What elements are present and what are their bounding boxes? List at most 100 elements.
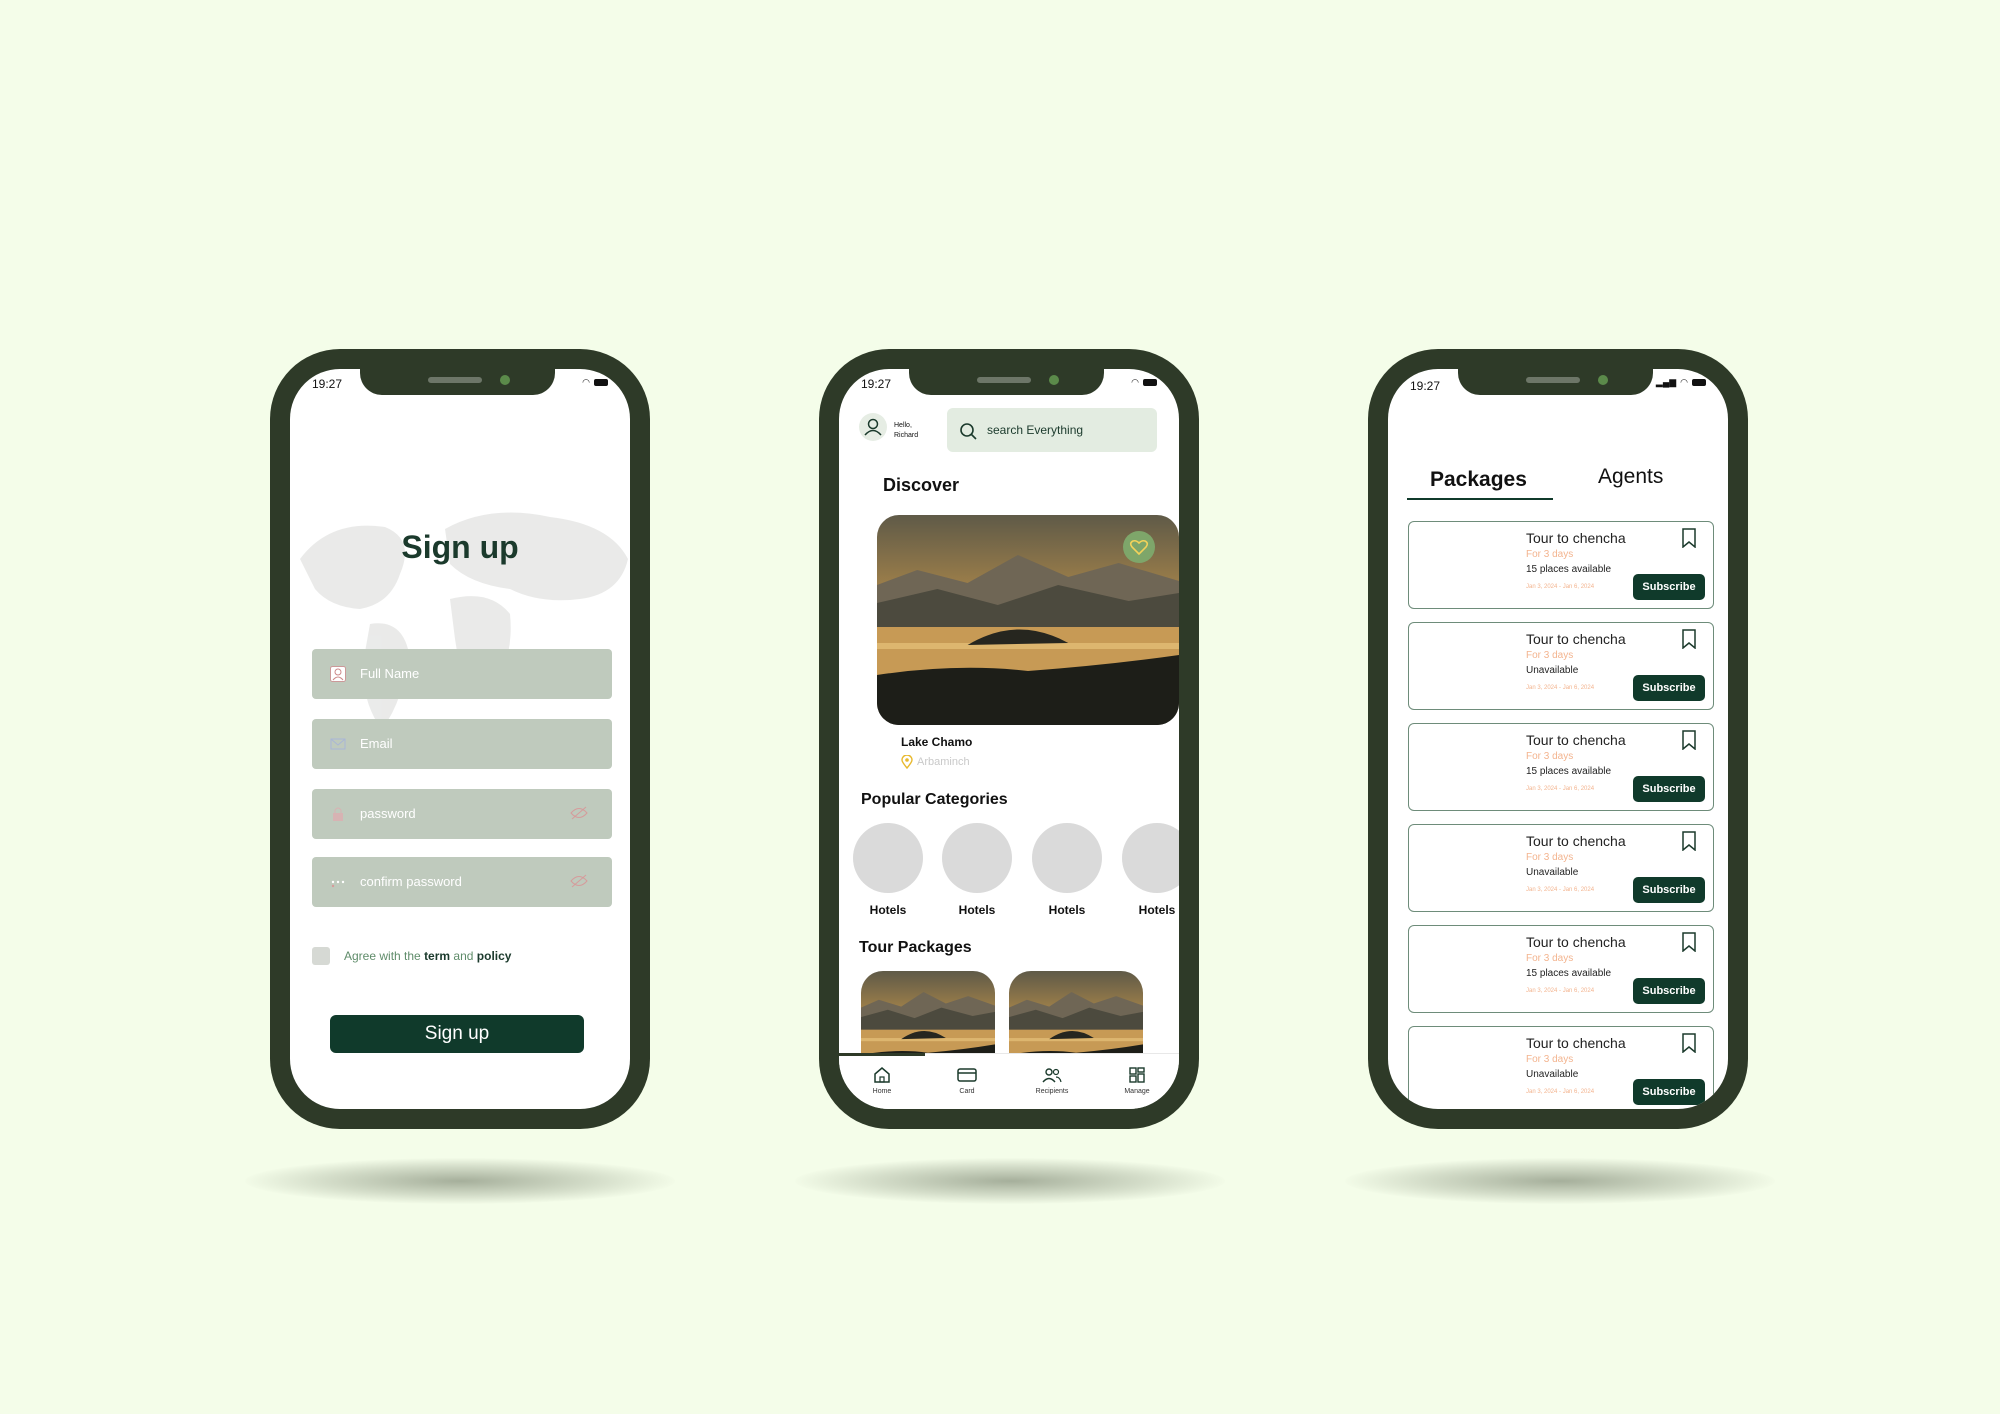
package-card[interactable]: Tour to chencha For 3 days Unavailable Jan … bbox=[1408, 824, 1714, 912]
tab-recipients[interactable]: Recipients bbox=[1017, 1066, 1087, 1095]
package-duration: For 3 days bbox=[1526, 1054, 1574, 1065]
eye-off-icon[interactable] bbox=[570, 874, 588, 888]
eye-off-icon[interactable] bbox=[570, 806, 588, 820]
package-title: Tour to chencha bbox=[1526, 530, 1626, 546]
terms-prefix: Agree with the bbox=[344, 949, 421, 963]
package-title: Tour to chencha bbox=[1526, 631, 1626, 647]
tab-manage[interactable]: Manage bbox=[1102, 1066, 1172, 1095]
category-image bbox=[942, 823, 1012, 893]
package-card[interactable]: Tour to chencha For 3 days 15 places avail… bbox=[1408, 925, 1714, 1013]
package-availability: Unavailable bbox=[1526, 867, 1579, 878]
featured-location: Arbaminch bbox=[901, 755, 970, 769]
tour-package-card[interactable] bbox=[861, 971, 995, 1053]
status-time: 19:27 bbox=[861, 377, 892, 391]
category-image bbox=[853, 823, 923, 893]
full-name-field[interactable]: Full Name bbox=[312, 649, 612, 699]
tab-card-label: Card bbox=[959, 1088, 975, 1095]
subscribe-button[interactable]: Subscribe bbox=[1633, 1079, 1705, 1105]
tab-packages[interactable]: Packages bbox=[1430, 468, 1527, 492]
email-field[interactable]: Email bbox=[312, 719, 612, 769]
category-item[interactable]: Hotels bbox=[942, 823, 1012, 917]
home-icon bbox=[874, 1067, 890, 1083]
bookmark-icon[interactable] bbox=[1681, 629, 1697, 649]
bookmark-icon[interactable] bbox=[1681, 528, 1697, 548]
bookmark-icon[interactable] bbox=[1681, 831, 1697, 851]
tab-recipients-label: Recipients bbox=[1035, 1088, 1069, 1095]
package-duration: For 3 days bbox=[1526, 751, 1574, 762]
categories-heading: Popular Categories bbox=[861, 791, 1008, 808]
package-title: Tour to chencha bbox=[1526, 732, 1626, 748]
package-dates: Jan 3, 2024 - Jan 6, 2024 bbox=[1526, 887, 1595, 893]
location-pin-icon bbox=[901, 755, 913, 769]
tab-card[interactable]: Card bbox=[932, 1066, 1002, 1095]
subscribe-button[interactable]: Subscribe bbox=[1633, 675, 1705, 701]
battery-icon bbox=[1143, 379, 1157, 386]
notch bbox=[360, 369, 555, 395]
subscribe-button[interactable]: Subscribe bbox=[1633, 978, 1705, 1004]
subscribe-button[interactable]: Subscribe bbox=[1633, 877, 1705, 903]
subscribe-button[interactable]: Subscribe bbox=[1633, 776, 1705, 802]
category-label: Hotels bbox=[1138, 903, 1176, 917]
terms-row: Agree with the term and policy bbox=[312, 947, 511, 965]
password-field[interactable]: password bbox=[312, 789, 612, 839]
terms-checkbox[interactable] bbox=[312, 947, 330, 965]
favorite-button[interactable] bbox=[1123, 531, 1155, 563]
package-dates: Jan 3, 2024 - Jan 6, 2024 bbox=[1526, 685, 1595, 691]
tab-agents[interactable]: Agents bbox=[1598, 465, 1663, 489]
search-placeholder: search Everything bbox=[987, 423, 1084, 437]
phone-shadow bbox=[795, 1158, 1225, 1204]
package-card[interactable]: Tour to chencha For 3 days Unavailable Jan … bbox=[1408, 1026, 1714, 1109]
wifi-icon: ◠ bbox=[582, 377, 590, 387]
tour-package-card[interactable] bbox=[1009, 971, 1143, 1053]
subscribe-button[interactable]: Subscribe bbox=[1633, 574, 1705, 600]
mail-icon bbox=[330, 738, 346, 750]
battery-icon bbox=[1692, 379, 1706, 386]
package-title: Tour to chencha bbox=[1526, 1035, 1626, 1051]
package-title: Tour to chencha bbox=[1526, 833, 1626, 849]
dots-icon bbox=[331, 880, 345, 888]
bottom-tab-bar: Home Card Recipients Manage bbox=[839, 1053, 1179, 1109]
greeting-hello: Hello, bbox=[894, 422, 912, 429]
battery-icon bbox=[594, 379, 608, 386]
confirm-password-field[interactable]: confirm password bbox=[312, 857, 612, 907]
card-icon bbox=[957, 1068, 977, 1082]
package-photo bbox=[861, 971, 995, 1053]
category-item[interactable]: Hotels bbox=[1032, 823, 1102, 917]
avatar[interactable] bbox=[859, 413, 887, 441]
status-time: 19:27 bbox=[312, 377, 343, 391]
package-dates: Jan 3, 2024 - Jan 6, 2024 bbox=[1526, 584, 1595, 590]
signup-screen: 19:27 ◠ Sign up Full Name Email password bbox=[290, 369, 630, 1109]
policy-link[interactable]: policy bbox=[477, 949, 512, 963]
bookmark-icon[interactable] bbox=[1681, 932, 1697, 952]
package-card[interactable]: Tour to chencha For 3 days 15 places avail… bbox=[1408, 723, 1714, 811]
heart-icon bbox=[1129, 539, 1149, 556]
package-card[interactable]: Tour to chencha For 3 days 15 places avail… bbox=[1408, 521, 1714, 609]
package-availability: Unavailable bbox=[1526, 1069, 1579, 1080]
category-item[interactable]: Hotels bbox=[853, 823, 923, 917]
people-icon bbox=[1042, 1068, 1062, 1083]
tab-home-label: Home bbox=[872, 1088, 892, 1095]
package-duration: For 3 days bbox=[1526, 549, 1574, 560]
term-link[interactable]: term bbox=[424, 949, 450, 963]
person-icon bbox=[864, 418, 882, 436]
bookmark-icon[interactable] bbox=[1681, 1033, 1697, 1053]
search-input[interactable]: search Everything bbox=[947, 408, 1157, 452]
wifi-icon: ◠ bbox=[1131, 377, 1139, 387]
tour-packages-heading: Tour Packages bbox=[859, 939, 972, 956]
status-icons: ◠ bbox=[582, 378, 608, 387]
bookmark-icon[interactable] bbox=[1681, 730, 1697, 750]
package-availability: Unavailable bbox=[1526, 665, 1579, 676]
package-dates: Jan 3, 2024 - Jan 6, 2024 bbox=[1526, 786, 1595, 792]
package-card[interactable]: Tour to chencha For 3 days Unavailable Jan … bbox=[1408, 622, 1714, 710]
tab-home[interactable]: Home bbox=[847, 1066, 917, 1095]
wifi-icon: ◠ bbox=[1680, 377, 1688, 387]
terms-text: Agree with the term and policy bbox=[344, 949, 511, 963]
signup-button[interactable]: Sign up bbox=[330, 1015, 584, 1053]
category-label: Hotels bbox=[869, 903, 907, 917]
phone-shadow bbox=[1345, 1158, 1775, 1204]
category-image bbox=[1122, 823, 1179, 893]
status-icons: ◠ bbox=[1131, 378, 1157, 387]
packages-screen: 19:27 ▂▄▆ ◠ Packages Agents Tour to chenc… bbox=[1388, 369, 1728, 1109]
package-availability: 15 places available bbox=[1526, 766, 1612, 777]
category-item[interactable]: Hotels bbox=[1122, 823, 1179, 917]
